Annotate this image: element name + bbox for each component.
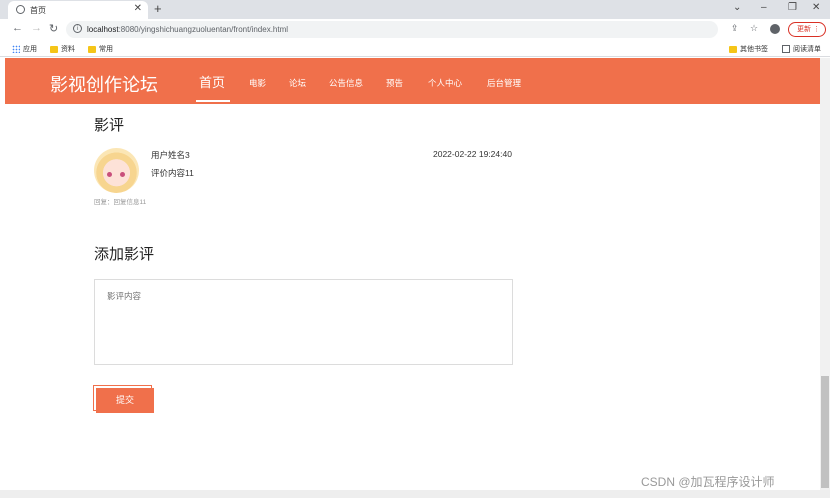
other-bookmarks[interactable]: 其他书签 <box>729 44 768 54</box>
back-icon[interactable]: ← <box>12 22 23 34</box>
review-username: 用户姓名3 <box>151 150 190 160</box>
url-host: localhost <box>87 25 119 34</box>
globe-icon <box>16 5 25 14</box>
bookmark-label: 常用 <box>99 46 113 53</box>
share-icon[interactable]: ⇪ <box>731 23 739 34</box>
browser-toolbar: ← → ↻ i localhost:8080/yingshichuangzuol… <box>0 19 830 40</box>
new-tab-button[interactable]: + <box>154 1 162 16</box>
browser-tab-bar: 首页 ✕ + ⌄ – ❐ ✕ <box>0 0 830 19</box>
folder-icon <box>729 45 737 53</box>
avatar <box>94 148 139 193</box>
active-nav-underline <box>196 100 230 102</box>
minimize-icon[interactable]: – <box>761 2 767 13</box>
nav-trailers[interactable]: 预告 <box>386 77 403 89</box>
restore-icon[interactable]: ❐ <box>788 2 797 13</box>
nav-personal-center[interactable]: 个人中心 <box>428 77 462 89</box>
nav-announcements[interactable]: 公告信息 <box>329 77 363 89</box>
reload-icon[interactable]: ↻ <box>49 22 58 35</box>
reading-list-icon <box>782 45 790 53</box>
forward-icon[interactable]: → <box>31 22 42 34</box>
tab-title: 首页 <box>30 6 46 15</box>
profile-icon[interactable] <box>770 24 780 34</box>
bookmark-folder[interactable]: 常用 <box>88 44 113 54</box>
avatar-eye <box>120 172 125 177</box>
update-button[interactable]: 更新 ⋮ <box>788 22 826 37</box>
other-bookmarks-label: 其他书签 <box>740 46 768 53</box>
add-review-title: 添加影评 <box>94 246 155 263</box>
nav-forum[interactable]: 论坛 <box>289 77 306 89</box>
bookmark-label: 资料 <box>61 46 75 53</box>
folder-icon <box>88 45 96 53</box>
info-icon[interactable]: i <box>73 24 82 33</box>
close-window-icon[interactable]: ✕ <box>812 2 820 13</box>
bookmarks-bar: 应用 资料 常用 其他书签 阅读清单 <box>0 40 830 57</box>
apps-grid-icon <box>12 45 20 53</box>
star-icon[interactable]: ☆ <box>750 23 758 34</box>
nav-home[interactable]: 首页 <box>199 72 225 91</box>
bookmark-folder[interactable]: 资料 <box>50 44 75 54</box>
reading-list-label: 阅读清单 <box>793 46 821 53</box>
bookmark-apps[interactable]: 应用 <box>12 44 37 54</box>
review-reply: 回复：回复信息11 <box>94 199 147 206</box>
close-tab-icon[interactable]: ✕ <box>134 3 142 14</box>
review-time: 2022-02-22 19:24:40 <box>433 149 512 159</box>
submit-button[interactable]: 提交 <box>96 388 154 413</box>
reading-list[interactable]: 阅读清单 <box>782 44 821 54</box>
folder-icon <box>50 45 58 53</box>
taskbar-strip <box>0 490 830 498</box>
address-bar[interactable]: i localhost:8080/yingshichuangzuoluentan… <box>66 21 718 38</box>
watermark: CSDN @加瓦程序设计师 <box>641 475 775 489</box>
nav-movies[interactable]: 电影 <box>249 77 266 89</box>
review-content: 评价内容11 <box>151 168 194 178</box>
url-path: :8080/yingshichuangzuoluentan/front/inde… <box>118 25 289 34</box>
avatar-eye <box>107 172 112 177</box>
reviews-title: 影评 <box>94 117 125 134</box>
nav-admin[interactable]: 后台管理 <box>487 77 521 89</box>
bookmark-label: 应用 <box>23 46 37 53</box>
site-header: 影视创作论坛 首页 电影 论坛 公告信息 预告 个人中心 后台管理 <box>5 58 820 104</box>
browser-tab[interactable]: 首页 ✕ <box>8 1 148 19</box>
url-text: localhost:8080/yingshichuangzuoluentan/f… <box>87 25 288 34</box>
chevron-down-icon[interactable]: ⌄ <box>733 2 741 13</box>
site-logo[interactable]: 影视创作论坛 <box>50 71 158 97</box>
review-content-input[interactable] <box>94 279 513 365</box>
scrollbar-thumb[interactable] <box>821 376 829 488</box>
